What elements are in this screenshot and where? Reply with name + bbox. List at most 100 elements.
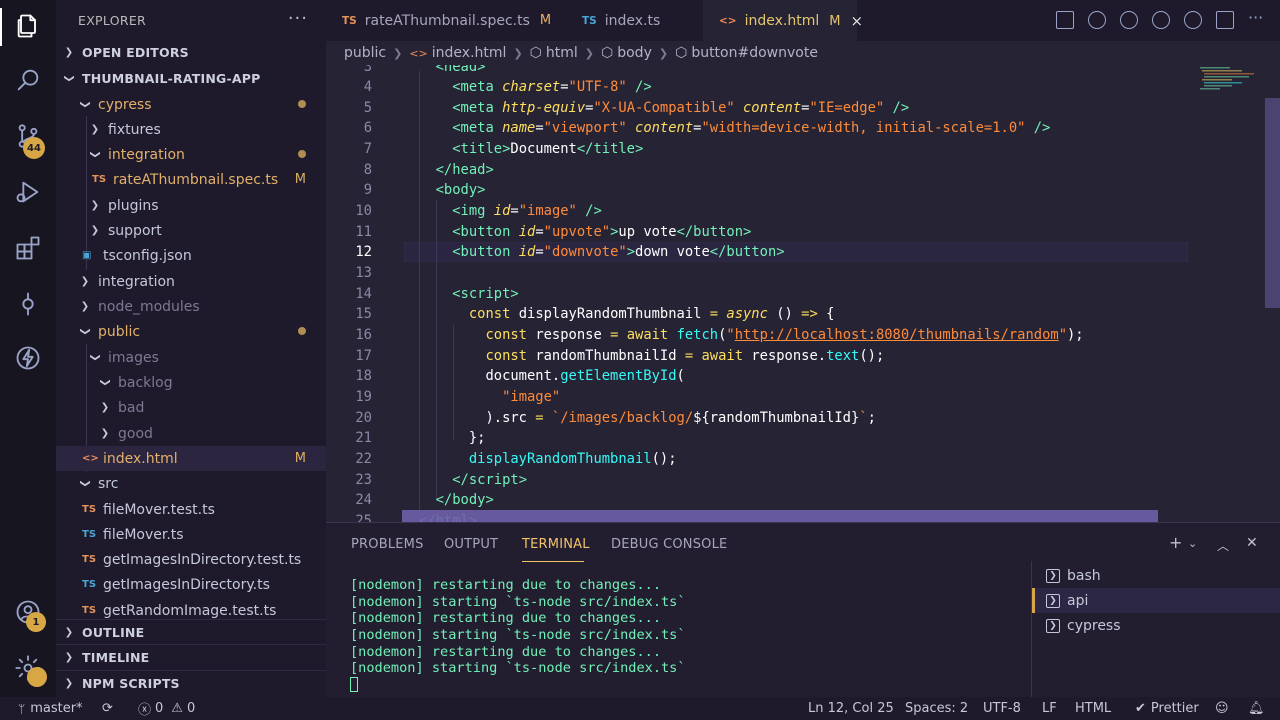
tree-file-index-html[interactable]: <> index.html M	[56, 446, 326, 471]
terminal-item-bash[interactable]: ❯ bash	[1032, 563, 1280, 588]
notifications-icon[interactable]: 🔔︎	[1248, 701, 1265, 716]
tree-folder-integration[interactable]: ❯ integration	[56, 142, 326, 167]
minimap[interactable]	[1196, 65, 1266, 105]
close-icon[interactable]: ×	[850, 12, 863, 30]
indentation[interactable]: Spaces: 2	[905, 701, 968, 716]
explorer-sidebar: EXPLORER ··· ❯ OPEN EDITORS ❯ THUMBNAIL-…	[56, 0, 326, 697]
modified-badge: M	[294, 451, 306, 466]
git-commit-icon[interactable]	[10, 286, 46, 322]
tree-file-fileMover-test[interactable]: TS fileMover.test.ts	[56, 497, 326, 522]
explorer-icon[interactable]	[10, 8, 46, 44]
breadcrumb-item[interactable]: index.html	[432, 45, 507, 61]
tree-file-getImagesInDirectory[interactable]: TS getImagesInDirectory.ts	[56, 572, 326, 597]
split-editor-icon[interactable]	[1216, 11, 1234, 29]
tree-file-tsconfig[interactable]: ▣ tsconfig.json	[56, 243, 326, 268]
tab-output[interactable]: OUTPUT	[444, 537, 498, 552]
more-actions-icon[interactable]: ···	[1248, 10, 1266, 29]
open-editors-section[interactable]: ❯ OPEN EDITORS	[56, 40, 326, 65]
cursor-position[interactable]: Ln 12, Col 25	[808, 701, 894, 716]
tree-label: src	[98, 475, 119, 492]
code-line: 7 <title>Document</title>	[363, 141, 644, 157]
next-change-icon[interactable]	[1120, 11, 1138, 29]
run-debug-icon[interactable]	[10, 174, 46, 210]
close-panel-icon[interactable]: ✕	[1246, 535, 1258, 551]
tree-label: index.html	[103, 450, 178, 467]
search-icon[interactable]	[10, 62, 46, 98]
lightning-icon[interactable]	[10, 340, 46, 376]
code-editor[interactable]: 3 <head> 4 <meta charset="UTF-8" /> 5 <m…	[326, 65, 1280, 522]
terminal-item-api[interactable]: ❯ api	[1032, 588, 1280, 613]
tree-folder-integration-root[interactable]: ❯ integration	[56, 269, 326, 294]
project-root[interactable]: ❯ THUMBNAIL-RATING-APP	[56, 66, 326, 91]
tree-folder-images[interactable]: ❯ images	[56, 345, 326, 370]
accounts-icon[interactable]: 1	[10, 594, 46, 632]
tree-file-rateAThumbnail[interactable]: TS rateAThumbnail.spec.ts M	[56, 167, 326, 192]
tab-terminal[interactable]: TERMINAL	[522, 537, 590, 552]
terminal-item-cypress[interactable]: ❯ cypress	[1032, 613, 1280, 638]
chevron-right-icon: ❯	[100, 428, 110, 439]
tree-folder-cypress[interactable]: ❯ cypress	[56, 92, 326, 117]
code-line: 11 <button id="upvote">up vote</button>	[355, 224, 752, 240]
breadcrumb-item[interactable]: public	[344, 45, 386, 61]
tree-label: images	[108, 349, 159, 366]
code-line: 23 </script>	[355, 472, 527, 488]
code-line: 6 <meta name="viewport" content="width=d…	[363, 120, 1051, 136]
outline-section[interactable]: ❯ OUTLINE	[56, 619, 326, 644]
html-file-icon: <>	[82, 453, 99, 464]
feedback-icon[interactable]: ☺	[1215, 701, 1229, 716]
tree-label: getImagesInDirectory.test.ts	[103, 551, 302, 568]
tree-folder-backlog[interactable]: ❯ backlog	[56, 370, 326, 395]
language-mode[interactable]: HTML	[1075, 701, 1111, 716]
new-terminal-icon[interactable]: +	[1169, 533, 1182, 552]
tree-folder-public[interactable]: ❯ public	[56, 319, 326, 344]
line-ending[interactable]: LF	[1042, 701, 1057, 716]
timeline-section[interactable]: ❯ TIMELINE	[56, 644, 326, 669]
encoding[interactable]: UTF-8	[983, 701, 1021, 716]
breadcrumb-item[interactable]: body	[617, 45, 652, 61]
tree-label: node_modules	[98, 298, 200, 315]
source-control-icon[interactable]: 44	[10, 118, 46, 159]
chevron-down-icon[interactable]: ⌄	[1188, 537, 1197, 550]
toggle-icon[interactable]	[1184, 11, 1202, 29]
tree-label: rateAThumbnail.spec.ts	[113, 171, 279, 188]
horizontal-scrollbar[interactable]	[402, 510, 1158, 522]
tree-folder-good[interactable]: ❯ good	[56, 421, 326, 446]
modified-badge: M	[829, 13, 841, 29]
tree-folder-bad[interactable]: ❯ bad	[56, 395, 326, 420]
tree-file-getImagesInDirectory-test[interactable]: TS getImagesInDirectory.test.ts	[56, 547, 326, 572]
npm-scripts-section[interactable]: ❯ NPM SCRIPTS	[56, 670, 326, 695]
tree-folder-node-modules[interactable]: ❯ node_modules	[56, 294, 326, 319]
compare-changes-icon[interactable]	[1056, 11, 1074, 29]
branch-indicator[interactable]: ᛘ master*	[18, 701, 83, 716]
tree-file-fileMover[interactable]: TS fileMover.ts	[56, 522, 326, 547]
tab-rateAThumbnail[interactable]: TS rateAThumbnail.spec.ts M	[326, 0, 566, 41]
tree-folder-fixtures[interactable]: ❯ fixtures	[56, 117, 326, 142]
problems-indicator[interactable]: ⓧ 0 ⚠ 0	[138, 699, 195, 718]
previous-change-icon[interactable]	[1088, 11, 1106, 29]
tab-debug-console[interactable]: DEBUG CONSOLE	[611, 537, 727, 552]
maximize-panel-icon[interactable]: ︿	[1217, 537, 1229, 554]
sync-icon[interactable]: ⟳	[102, 701, 113, 716]
more-actions-icon[interactable]: ···	[288, 8, 308, 29]
html-file-icon: <>	[409, 46, 428, 60]
extensions-icon[interactable]	[10, 230, 46, 266]
code-line: 12 <button id="downvote">down vote</butt…	[355, 244, 785, 260]
tree-folder-src[interactable]: ❯ src	[56, 471, 326, 496]
vertical-scrollbar[interactable]	[1265, 98, 1280, 308]
code-line: 22 displayRandomThumbnail();	[355, 451, 677, 467]
breadcrumb-item[interactable]: html	[546, 45, 578, 61]
open-changes-icon[interactable]	[1152, 11, 1170, 29]
settings-gear-icon[interactable]	[10, 650, 47, 687]
prettier-status[interactable]: ✔ Prettier	[1135, 701, 1199, 716]
git-branch-icon: ᛘ	[18, 701, 26, 716]
tree-folder-plugins[interactable]: ❯ plugins	[56, 193, 326, 218]
breadcrumb-item[interactable]: button#downvote	[691, 45, 818, 61]
terminal-name: bash	[1067, 567, 1101, 584]
tab-index-ts[interactable]: TS index.ts	[566, 0, 703, 41]
tree-label: backlog	[118, 374, 173, 391]
tab-problems[interactable]: PROBLEMS	[351, 537, 424, 552]
tree-folder-support[interactable]: ❯ support	[56, 218, 326, 243]
tab-index-html[interactable]: <> index.html M ×	[703, 0, 863, 41]
modified-badge: M	[294, 172, 306, 187]
check-icon: ✔	[1135, 701, 1146, 716]
